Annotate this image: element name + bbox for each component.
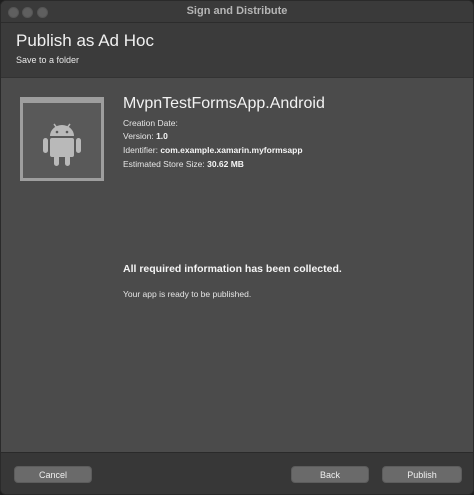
- status-message: Your app is ready to be published.: [123, 289, 252, 299]
- store-size-label: Estimated Store Size:: [123, 159, 208, 169]
- title-bar: Sign and Distribute: [1, 1, 473, 23]
- identifier-value: com.example.xamarin.myformsapp: [160, 145, 303, 155]
- version: Version: 1.0: [123, 131, 168, 141]
- version-label: Version:: [123, 131, 157, 141]
- publish-button[interactable]: Publish: [382, 466, 462, 483]
- sign-and-distribute-window: Sign and Distribute Publish as Ad Hoc Sa…: [0, 0, 474, 495]
- page-title: Publish as Ad Hoc: [16, 31, 154, 50]
- identifier-label: Identifier:: [123, 145, 161, 155]
- page-header: Publish as Ad Hoc Save to a folder: [1, 23, 473, 78]
- version-value: 1.0: [156, 131, 168, 141]
- footer-bar: Cancel Back Publish: [1, 452, 473, 494]
- window-title: Sign and Distribute: [186, 5, 288, 17]
- creation-date: Creation Date:: [123, 118, 178, 128]
- android-icon: [43, 123, 81, 166]
- creation-date-label: Creation Date:: [123, 118, 178, 128]
- cancel-button[interactable]: Cancel: [14, 466, 92, 483]
- identifier: Identifier: com.example.xamarin.myformsa…: [123, 145, 303, 155]
- app-icon-frame: [20, 97, 104, 181]
- store-size: Estimated Store Size: 30.62 MB: [123, 159, 244, 169]
- store-size-value: 30.62 MB: [207, 159, 244, 169]
- status-headline: All required information has been collec…: [123, 263, 342, 275]
- app-name: MvpnTestFormsApp.Android: [123, 95, 325, 112]
- page-subtitle: Save to a folder: [16, 55, 80, 65]
- back-button[interactable]: Back: [291, 466, 369, 483]
